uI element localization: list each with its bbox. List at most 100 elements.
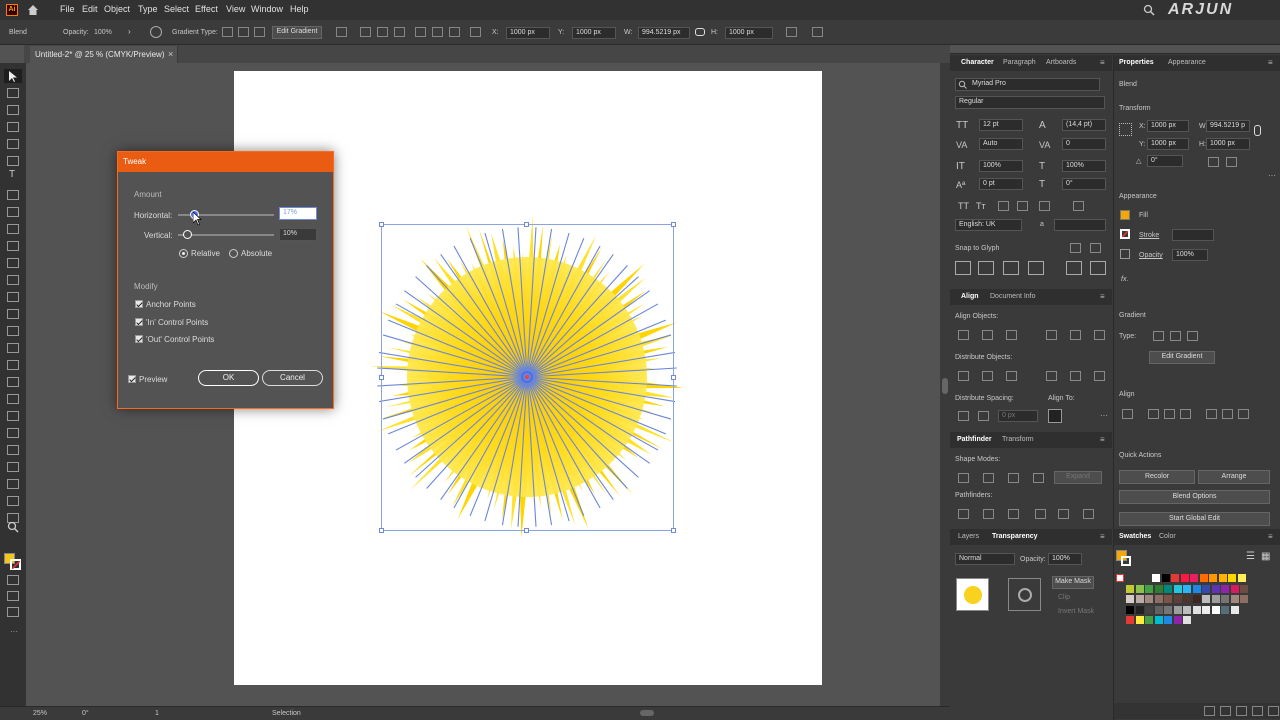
color-swatch[interactable] [1183,605,1191,614]
reference-point-icon[interactable] [1119,123,1132,136]
superscript-icon[interactable] [998,201,1009,211]
align-obj-right-icon[interactable] [1006,330,1017,340]
swatches-menu-icon[interactable]: ≡ [1268,532,1273,541]
color-swatch[interactable] [1237,574,1246,582]
kerning-field[interactable]: Auto [979,138,1023,150]
dist-right-icon[interactable] [1094,371,1105,381]
x-field[interactable]: 1000 px [506,27,550,39]
align-panel-menu-icon[interactable]: ≡ [1100,292,1105,301]
none-swatch[interactable] [1116,574,1124,582]
tab-align[interactable]: Align [961,293,979,300]
free-transform-tool-icon[interactable] [7,326,19,336]
snap-settings-icon[interactable] [1070,243,1081,253]
swatches-stroke-indicator[interactable] [1121,556,1131,566]
align-to-icon[interactable] [336,27,347,37]
spacing-value-field[interactable]: 0 px [998,410,1038,422]
bbox-handle-mr[interactable] [671,375,676,380]
align-obj-hcenter-icon[interactable] [982,330,993,340]
symbol-sprayer-tool-icon[interactable] [7,445,19,455]
fx-button[interactable]: fx. [1121,276,1128,283]
vertical-scale-field[interactable]: 100% [979,160,1023,172]
linear-gradient-icon[interactable] [222,27,233,37]
bbox-handle-tl[interactable] [379,222,384,227]
curvature-tool-icon[interactable] [7,156,19,166]
menu-file[interactable]: File [60,4,75,14]
align-top-icon[interactable] [415,27,426,37]
scale-tool-icon[interactable] [7,292,19,302]
prop-align-to-icon[interactable] [1122,409,1133,419]
color-swatch[interactable] [1164,616,1172,624]
tab-color[interactable]: Color [1159,533,1176,540]
menu-window[interactable]: Window [251,4,283,14]
panel-menu-icon[interactable]: ≡ [1100,58,1105,67]
artboard-tool-icon[interactable] [7,479,19,489]
intersect-icon[interactable] [1008,473,1019,483]
color-swatch[interactable] [1126,605,1134,614]
color-swatch[interactable] [1192,584,1201,593]
dist-space-v-icon[interactable] [958,411,969,421]
new-color-group-icon[interactable] [1220,706,1231,716]
horizontal-scale-field[interactable]: 100% [1062,160,1106,172]
align-center-icon[interactable] [377,27,388,37]
more-tools-icon[interactable]: ··· [10,627,18,636]
menu-object[interactable]: Object [104,4,130,14]
preview-checkbox[interactable] [128,375,136,383]
tab-artboards[interactable]: Artboards [1046,59,1076,66]
horizontal-scroll-thumb[interactable] [640,710,654,716]
tab-pathfinder[interactable]: Pathfinder [957,436,992,443]
dist-space-h-icon[interactable] [978,411,989,421]
color-swatch[interactable] [1126,616,1134,624]
dist-left-icon[interactable] [1046,371,1057,381]
prop-radial-gradient-icon[interactable] [1170,331,1181,341]
flip-vertical-icon[interactable] [1226,157,1237,167]
zoom-level[interactable]: 25% [33,710,47,717]
color-swatch[interactable] [1173,584,1182,593]
color-swatch[interactable] [1152,574,1160,582]
color-swatch[interactable] [1211,605,1220,614]
color-swatch[interactable] [1199,574,1208,582]
rotate-angle-field[interactable]: 0° [1147,155,1183,167]
color-swatch[interactable] [1183,616,1191,624]
color-swatch[interactable] [1173,595,1182,603]
prop-align-center-icon[interactable] [1164,409,1175,419]
leading-field[interactable]: (14,4 pt) [1062,119,1106,131]
blend-options-button[interactable]: Blend Options [1119,490,1270,504]
transform-options-icon[interactable] [786,27,797,37]
prop-linear-gradient-icon[interactable] [1153,331,1164,341]
color-swatch[interactable] [1126,584,1134,593]
mesh-tool-icon[interactable] [7,377,19,387]
pen-tool-icon[interactable] [7,139,19,149]
color-swatch[interactable] [1154,595,1163,603]
prop-align-left-icon[interactable] [1148,409,1159,419]
cancel-button[interactable]: Cancel [262,370,323,386]
swatch-library-icon[interactable] [1204,706,1215,716]
absolute-radio[interactable] [229,249,238,258]
align-obj-vcenter-icon[interactable] [1070,330,1081,340]
align-bottom-icon[interactable] [449,27,460,37]
color-swatch[interactable] [1190,574,1198,582]
link-icon[interactable] [695,28,705,36]
start-global-edit-button[interactable]: Start Global Edit [1119,512,1270,526]
color-swatch[interactable] [1135,595,1144,603]
color-swatch[interactable] [1202,595,1210,603]
line-tool-icon[interactable] [7,190,19,200]
artboard-number[interactable]: 1 [155,710,159,717]
color-swatch[interactable] [1164,584,1172,593]
snap-proximity-icon[interactable] [1028,261,1044,275]
tab-paragraph[interactable]: Paragraph [1003,59,1036,66]
out-control-points-label[interactable]: 'Out' Control Points [146,335,214,344]
draw-mode-icon[interactable] [7,591,19,601]
snap-angular-icon[interactable] [1066,261,1082,275]
zoom-tool-icon[interactable] [7,521,19,533]
lasso-tool-icon[interactable] [7,122,19,132]
make-mask-button[interactable]: Make Mask [1052,576,1094,589]
screen-mode-icon[interactable] [7,607,19,617]
transparency-menu-icon[interactable]: ≡ [1100,532,1105,541]
magic-wand-tool-icon[interactable] [7,105,19,115]
new-swatch-icon[interactable] [1252,706,1263,716]
warp-tool-icon[interactable] [7,309,19,319]
horizontal-value-input[interactable]: 17% [279,207,317,220]
unite-icon[interactable] [958,473,969,483]
stroke-label[interactable]: Stroke [1139,232,1159,239]
outline-icon[interactable] [1058,509,1069,519]
